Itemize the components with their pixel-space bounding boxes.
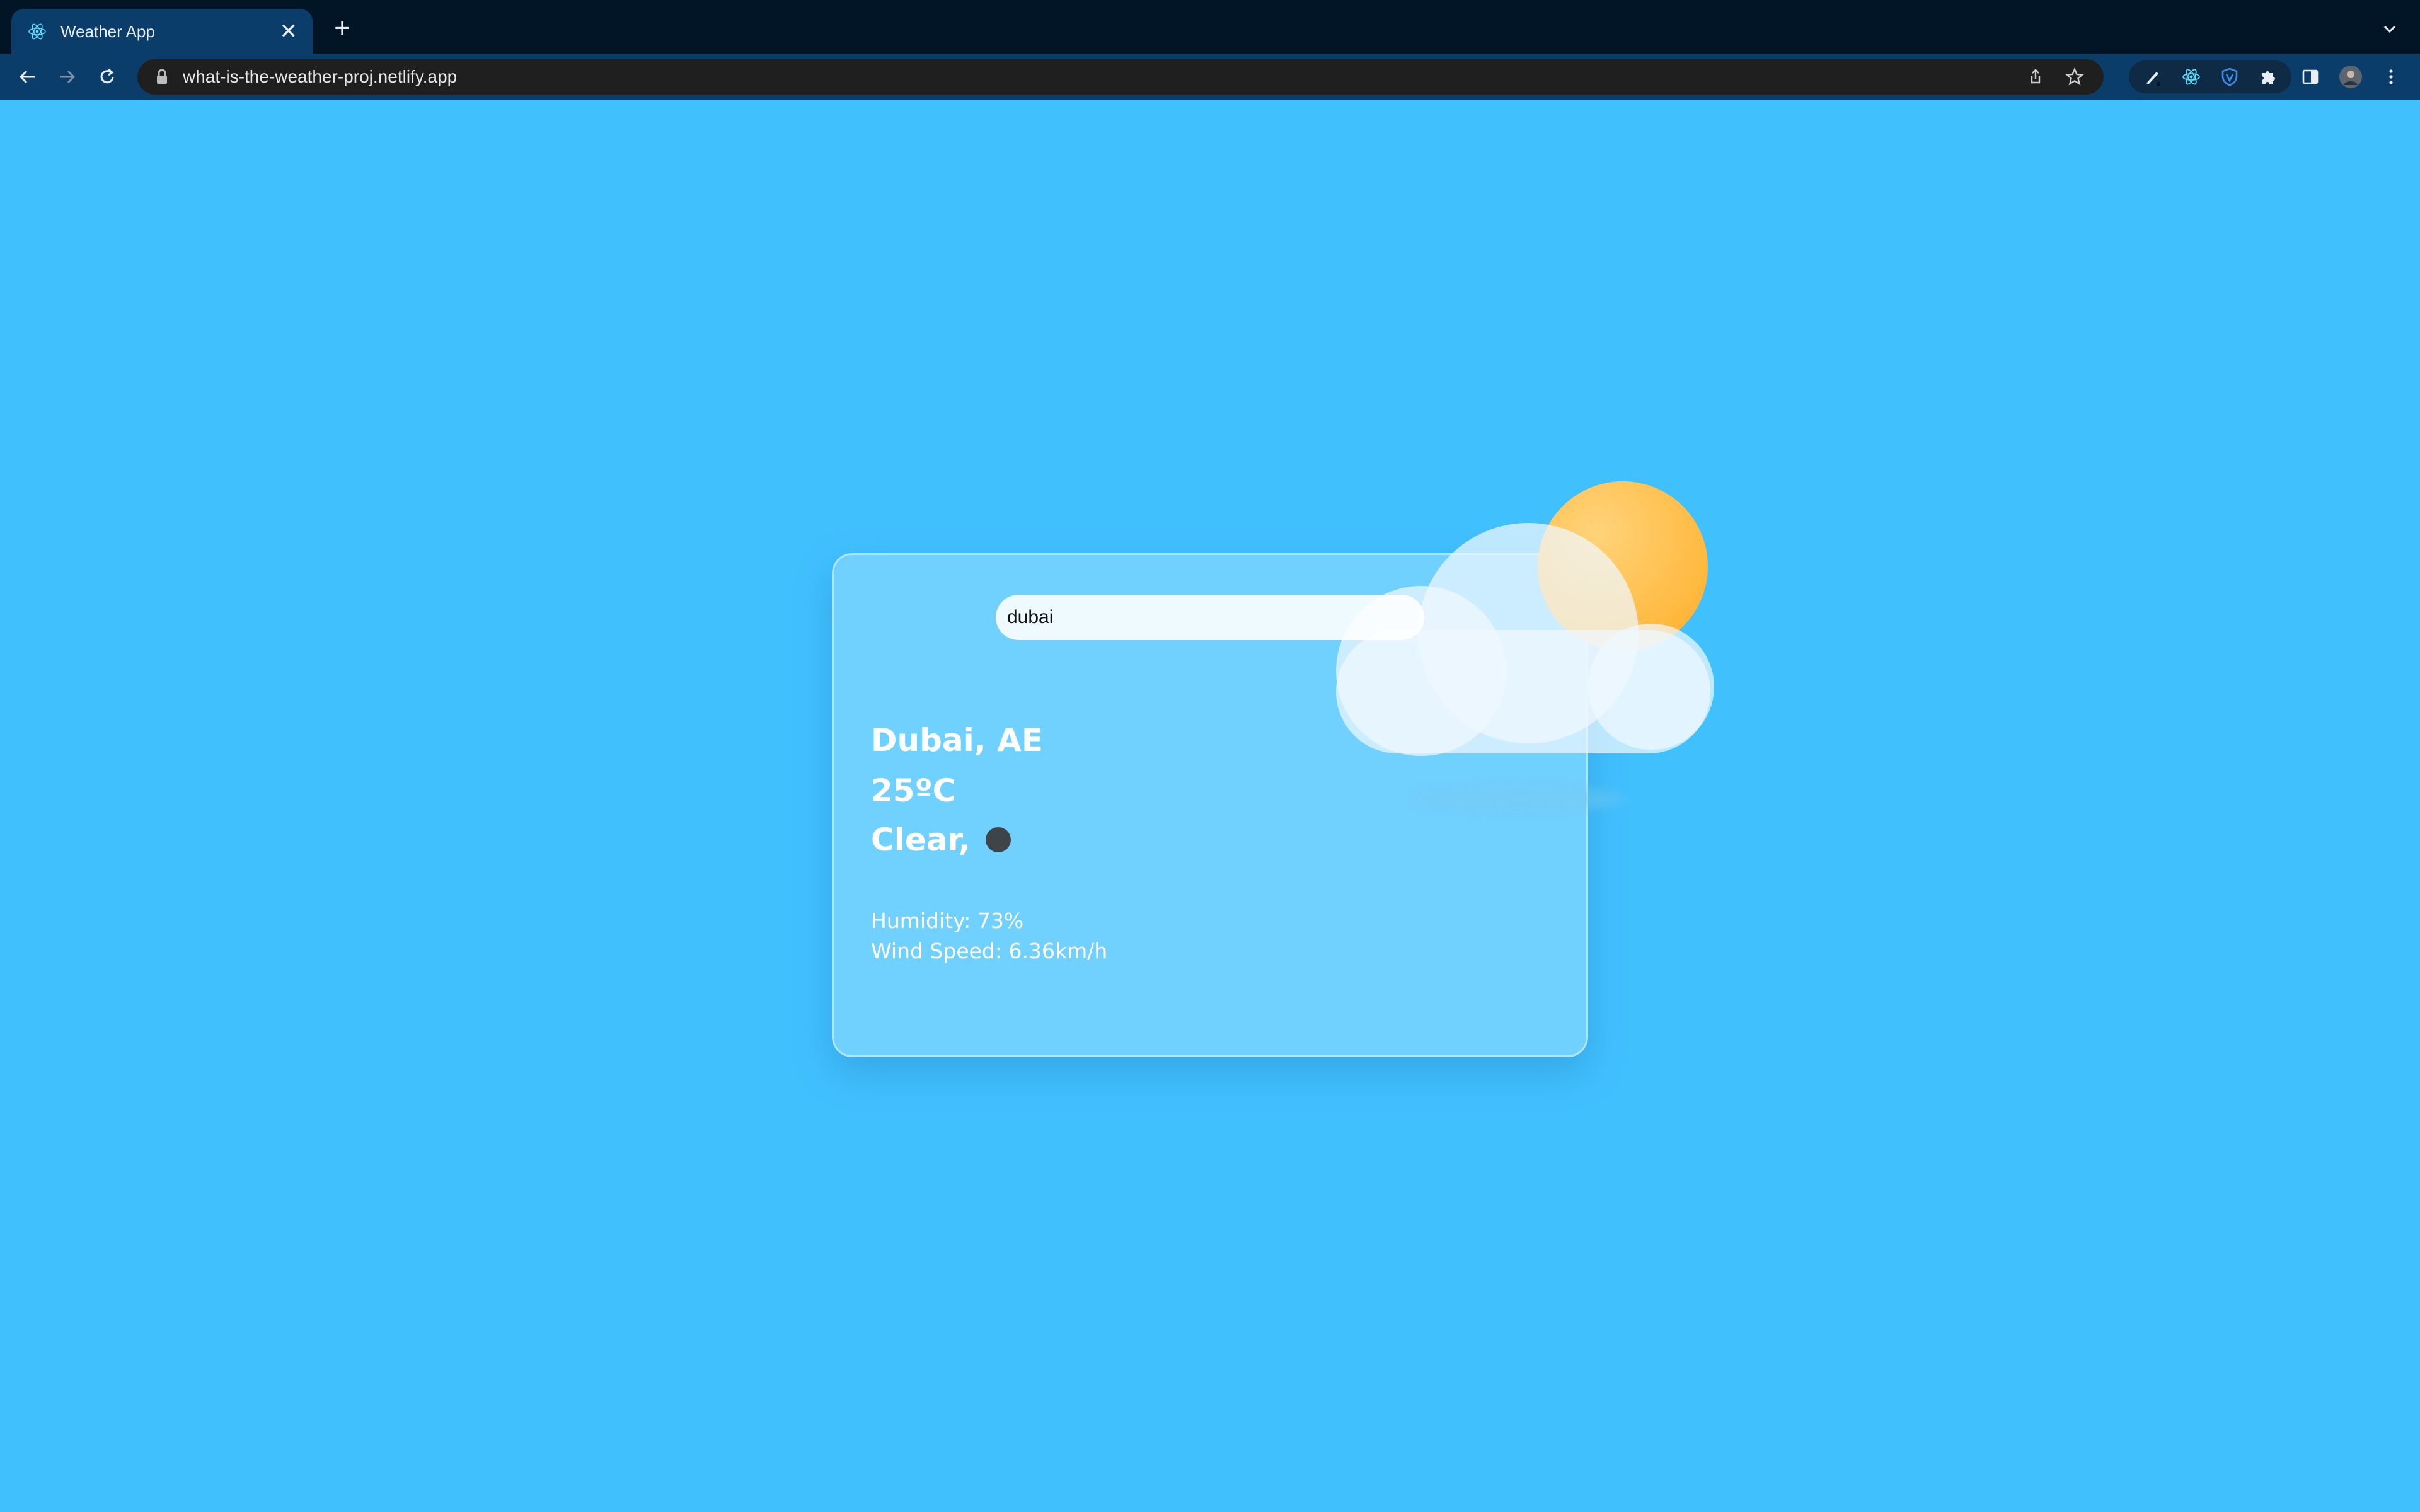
weather-condition-icon	[985, 827, 1011, 852]
cloud-shadow	[1412, 788, 1626, 810]
weather-condition: Clear,	[871, 822, 1011, 858]
back-arrow-icon[interactable]	[14, 63, 42, 91]
reload-icon[interactable]	[93, 63, 121, 91]
side-panel-icon[interactable]	[2296, 63, 2324, 91]
shield-extension-icon[interactable]	[2217, 64, 2242, 89]
lock-icon	[154, 69, 170, 85]
browser-toolbar: what-is-the-weather-proj.netlify.app	[0, 54, 2420, 100]
bookmark-star-icon[interactable]	[2062, 64, 2087, 89]
url-text: what-is-the-weather-proj.netlify.app	[183, 67, 458, 86]
forward-arrow-icon[interactable]	[53, 63, 81, 91]
pen-extension-icon[interactable]	[2140, 64, 2165, 89]
browser-menu-icon[interactable]	[2377, 63, 2405, 91]
humidity-text: Humidity: 73%	[871, 908, 1024, 933]
extensions-group	[2129, 60, 2291, 93]
temperature: 25ºC	[871, 772, 956, 809]
browser-tab-bar: Weather App ✕ +	[0, 0, 2420, 54]
react-devtools-icon[interactable]	[2179, 64, 2203, 89]
react-favicon-icon	[26, 21, 48, 42]
new-tab-button[interactable]: +	[328, 14, 357, 43]
tab-search-chevron-icon[interactable]	[2377, 16, 2402, 42]
city-search-input[interactable]	[996, 595, 1424, 640]
location-name: Dubai, AE	[871, 722, 1044, 759]
condition-text: Clear,	[871, 822, 971, 858]
address-bar[interactable]: what-is-the-weather-proj.netlify.app	[137, 59, 2104, 94]
wind-speed-text: Wind Speed: 6.36km/h	[871, 939, 1108, 963]
cloud-icon-base	[1336, 630, 1710, 753]
profile-avatar[interactable]	[2337, 63, 2365, 91]
puzzle-extensions-icon[interactable]	[2256, 64, 2280, 89]
tab-title: Weather App	[60, 21, 155, 41]
tab-close-icon[interactable]: ✕	[280, 21, 298, 42]
tab-weather-app[interactable]: Weather App ✕	[11, 9, 313, 54]
share-icon[interactable]	[2023, 64, 2048, 89]
cloud-sun-icon	[1323, 472, 1727, 838]
